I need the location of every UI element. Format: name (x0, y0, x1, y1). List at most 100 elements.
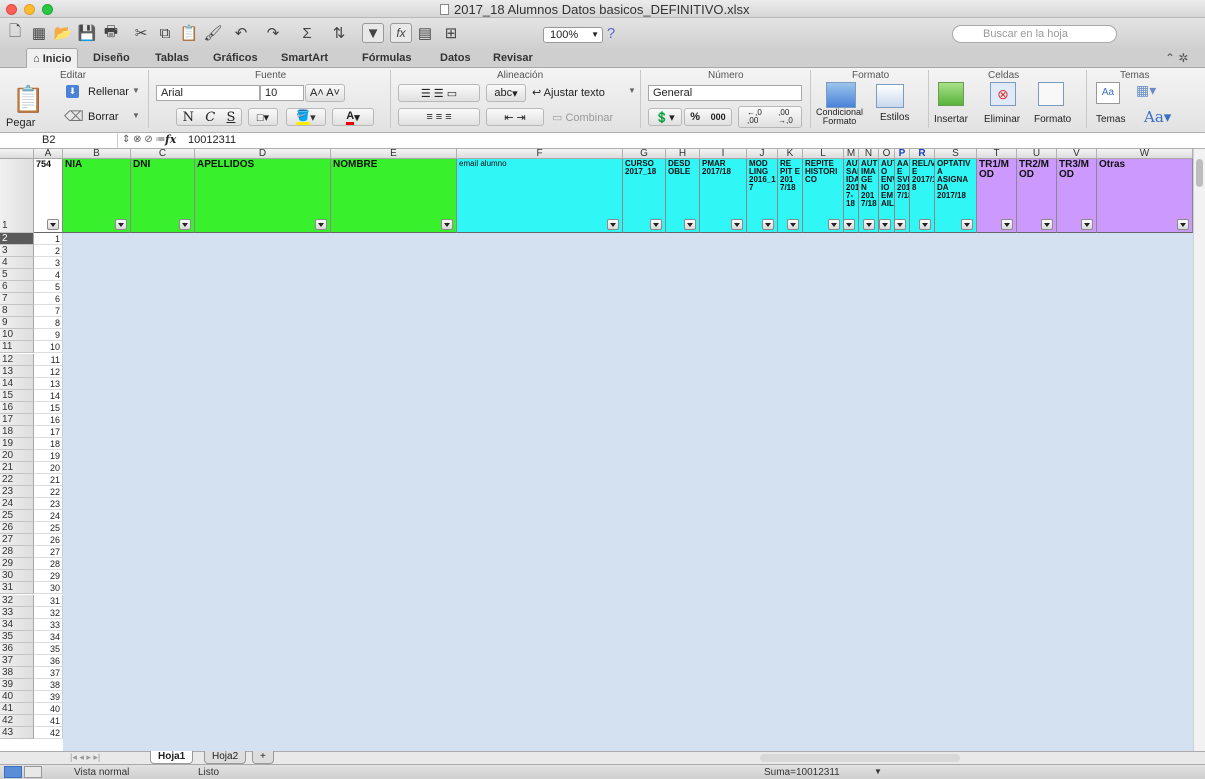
font-color-button[interactable]: A ▾ (332, 108, 374, 126)
cell-a40[interactable]: 39 (34, 690, 63, 703)
row-header-11[interactable]: 11 (0, 341, 34, 354)
cell-a31[interactable]: 30 (34, 582, 63, 595)
cell-a21[interactable]: 20 (34, 461, 63, 474)
cell-a38[interactable]: 37 (34, 666, 63, 679)
header-cell-i[interactable]: PMAR 2017/18 (700, 159, 747, 233)
row-header-18[interactable]: 18 (0, 425, 34, 438)
cell-a22[interactable]: 21 (34, 474, 63, 487)
cell-a19[interactable]: 18 (34, 437, 63, 450)
header-cell-k[interactable]: RE PIT E 201 7/18 (778, 159, 803, 233)
row-header-5[interactable]: 5 (0, 269, 34, 282)
header-cell-h[interactable]: DESD OBLE (666, 159, 700, 233)
row-header-17[interactable]: 17 (0, 413, 34, 426)
cell-a9[interactable]: 8 (34, 317, 63, 330)
format-button[interactable]: Formato (1034, 114, 1071, 125)
column-header-f[interactable]: F (457, 149, 623, 159)
column-header-n[interactable]: N (859, 149, 879, 159)
insert-cells-icon[interactable] (938, 82, 964, 106)
row-header-38[interactable]: 38 (0, 666, 34, 679)
scroll-thumb[interactable] (1196, 159, 1203, 187)
filter-dropdown-button[interactable] (895, 219, 906, 230)
row-header-9[interactable]: 9 (0, 317, 34, 330)
header-cell-w[interactable]: Otras (1097, 159, 1193, 233)
cell-a29[interactable]: 28 (34, 558, 63, 571)
sort-icon[interactable]: ⇅ (328, 23, 350, 43)
row-header-25[interactable]: 25 (0, 510, 34, 523)
row-header-22[interactable]: 22 (0, 474, 34, 487)
save-icon[interactable]: 💾 (76, 23, 98, 43)
cell-a41[interactable]: 40 (34, 702, 63, 715)
clear-button[interactable]: Borrar (88, 111, 119, 123)
add-sheet-button[interactable]: + (252, 751, 274, 764)
column-header-m[interactable]: M (844, 149, 859, 159)
filter-dropdown-button[interactable] (762, 219, 774, 230)
chevron-down-icon[interactable]: ▼ (132, 86, 140, 95)
row-header-34[interactable]: 34 (0, 618, 34, 631)
filter-dropdown-button[interactable] (650, 219, 662, 230)
column-header-u[interactable]: U (1017, 149, 1057, 159)
delete-cells-icon[interactable]: ⊗ (990, 82, 1016, 106)
row-header-16[interactable]: 16 (0, 401, 34, 414)
cell-a20[interactable]: 19 (34, 449, 63, 462)
print-icon[interactable]: 🖶 (100, 23, 122, 43)
merge-button[interactable]: ▭ Combinar (552, 111, 613, 124)
open-folder-icon[interactable]: 📂 (52, 23, 74, 43)
decrease-decimal-button[interactable]: ,00 →,0 (778, 109, 793, 125)
chevron-down-icon[interactable]: ▼ (874, 767, 882, 776)
column-header-o[interactable]: O (879, 149, 895, 159)
cell-a23[interactable]: 22 (34, 486, 63, 499)
zoom-select[interactable]: 100% ▼ (543, 27, 603, 43)
column-header-v[interactable]: V (1057, 149, 1097, 159)
format-cells-icon[interactable] (1038, 82, 1064, 106)
cell-a43[interactable]: 42 (34, 727, 63, 740)
filter-dropdown-button[interactable] (607, 219, 619, 230)
close-window-button[interactable] (6, 4, 17, 15)
filter-dropdown-button[interactable] (879, 219, 891, 230)
column-header-b[interactable]: B (63, 149, 131, 159)
cell-a28[interactable]: 27 (34, 546, 63, 559)
row-header-32[interactable]: 32 (0, 594, 34, 607)
horizontal-scrollbar[interactable] (760, 754, 960, 762)
cell-a18[interactable]: 17 (34, 425, 63, 438)
percent-button[interactable]: % (690, 111, 700, 123)
cell-a2[interactable]: 1 (34, 233, 63, 246)
filter-icon[interactable]: ▼ (362, 23, 384, 43)
row-header-39[interactable]: 39 (0, 678, 34, 691)
row-header-10[interactable]: 10 (0, 329, 34, 342)
header-cell-p[interactable]: AAE E SVR 201 7/18 (895, 159, 910, 233)
new-from-template-icon[interactable]: 🗋 (4, 23, 26, 43)
bold-button[interactable]: N (183, 110, 194, 125)
row-header-13[interactable]: 13 (0, 365, 34, 378)
tab-revisar[interactable]: Revisar (487, 48, 539, 68)
row-header-33[interactable]: 33 (0, 606, 34, 619)
filter-dropdown-button[interactable] (787, 219, 799, 230)
header-cell-j[interactable]: MOD LING 2016_1 7 (747, 159, 778, 233)
tab-graficos[interactable]: Gráficos (207, 48, 264, 68)
filter-dropdown-button[interactable] (1177, 219, 1189, 230)
chevron-down-icon[interactable]: ▼ (628, 86, 636, 95)
vertical-align-buttons[interactable]: ☰ ☰ ▭ (398, 84, 480, 102)
header-cell-r[interactable]: REL/V E 2017/1 8 (910, 159, 935, 233)
row-header-21[interactable]: 21 (0, 461, 34, 474)
themes-button[interactable]: Temas (1096, 114, 1125, 125)
search-input[interactable]: Buscar en la hoja (952, 25, 1117, 43)
cell-a13[interactable]: 12 (34, 365, 63, 378)
row-header-29[interactable]: 29 (0, 558, 34, 571)
filter-dropdown-button[interactable] (844, 219, 855, 230)
column-header-c[interactable]: C (131, 149, 195, 159)
tab-formulas[interactable]: Fórmulas (356, 48, 418, 68)
tab-inicio[interactable]: ⌂ Inicio (26, 48, 79, 68)
conditional-format-button[interactable]: Condicional Formato (816, 108, 863, 126)
row-header-2[interactable]: 2 (0, 233, 34, 246)
sheet-tab-hoja1[interactable]: Hoja1 (150, 751, 194, 764)
minimize-window-button[interactable] (24, 4, 35, 15)
tab-datos[interactable]: Datos (434, 48, 477, 68)
row-header-28[interactable]: 28 (0, 546, 34, 559)
grow-shrink-font-buttons[interactable]: A˄ A˅ (305, 84, 345, 102)
filter-dropdown-button[interactable] (731, 219, 743, 230)
collapse-ribbon-icon[interactable]: ⌃ ✲ (1165, 51, 1188, 65)
filter-dropdown-button[interactable] (179, 219, 191, 230)
cell-a24[interactable]: 23 (34, 498, 63, 511)
orientation-button[interactable]: abc ▾ (486, 84, 526, 102)
borders-button[interactable]: □▾ (248, 108, 278, 126)
